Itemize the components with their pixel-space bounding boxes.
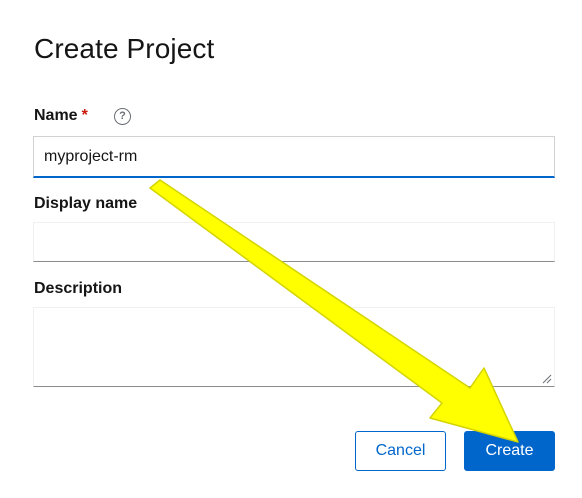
display-name-field[interactable] <box>33 222 555 262</box>
name-field[interactable]: myproject-rm <box>33 136 555 178</box>
name-label-text: Name <box>34 107 78 124</box>
create-button[interactable]: Create <box>464 431 555 471</box>
name-field-value: myproject-rm <box>44 147 138 165</box>
description-label: Description <box>34 280 123 297</box>
display-name-label: Display name <box>34 195 138 212</box>
name-label: Name * <box>34 107 88 125</box>
question-circle-icon[interactable]: ? <box>114 108 131 125</box>
resize-handle-icon[interactable] <box>542 374 552 384</box>
required-marker: * <box>81 107 88 124</box>
description-field[interactable] <box>33 307 555 387</box>
cancel-button[interactable]: Cancel <box>355 431 446 471</box>
dialog-title: Create Project <box>34 33 215 64</box>
